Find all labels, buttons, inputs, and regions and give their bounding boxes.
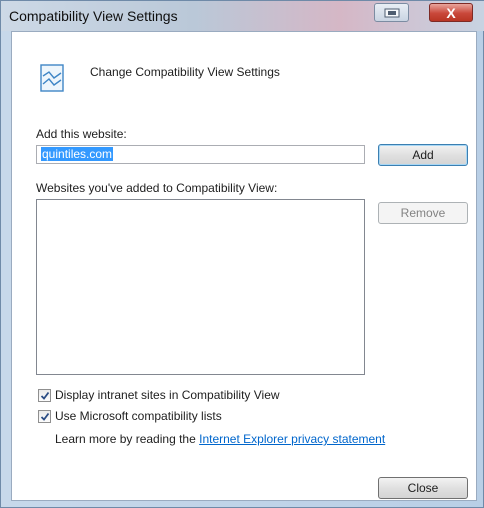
close-button[interactable]: Close <box>378 477 468 499</box>
learn-more-prefix: Learn more by reading the <box>55 432 196 446</box>
minimize-button[interactable] <box>374 3 409 22</box>
websites-list-label: Websites you've added to Compatibility V… <box>36 181 278 195</box>
dialog-window: Compatibility View Settings X Change Com… <box>0 0 484 508</box>
close-window-button[interactable]: X <box>429 3 473 22</box>
compatibility-view-icon <box>40 64 64 95</box>
website-input-value: quintiles.com <box>41 147 114 161</box>
privacy-statement-link[interactable]: Internet Explorer privacy statement <box>199 432 385 446</box>
close-button-label: Close <box>407 481 439 495</box>
add-website-label: Add this website: <box>36 127 127 141</box>
title-bar[interactable]: Compatibility View Settings X <box>1 1 484 31</box>
dialog-content: Change Compatibility View Settings Add t… <box>11 31 477 501</box>
websites-list[interactable] <box>36 199 365 375</box>
checkmark-icon <box>40 412 49 421</box>
microsoft-lists-checkbox[interactable] <box>38 410 51 423</box>
add-button[interactable]: Add <box>378 144 468 166</box>
header-text: Change Compatibility View Settings <box>90 65 280 79</box>
restore-icon <box>384 8 399 17</box>
remove-button-label: Remove <box>400 206 446 220</box>
microsoft-lists-label[interactable]: Use Microsoft compatibility lists <box>55 409 222 423</box>
website-input[interactable]: quintiles.com <box>36 145 365 164</box>
intranet-label[interactable]: Display intranet sites in Compatibility … <box>55 388 280 402</box>
add-button-label: Add <box>412 148 434 162</box>
remove-button: Remove <box>378 202 468 224</box>
checkmark-icon <box>40 391 49 400</box>
learn-more-text: Learn more by reading the Internet Explo… <box>55 432 385 446</box>
intranet-checkbox[interactable] <box>38 389 51 402</box>
window-title: Compatibility View Settings <box>9 8 178 24</box>
close-icon: X <box>446 4 456 21</box>
